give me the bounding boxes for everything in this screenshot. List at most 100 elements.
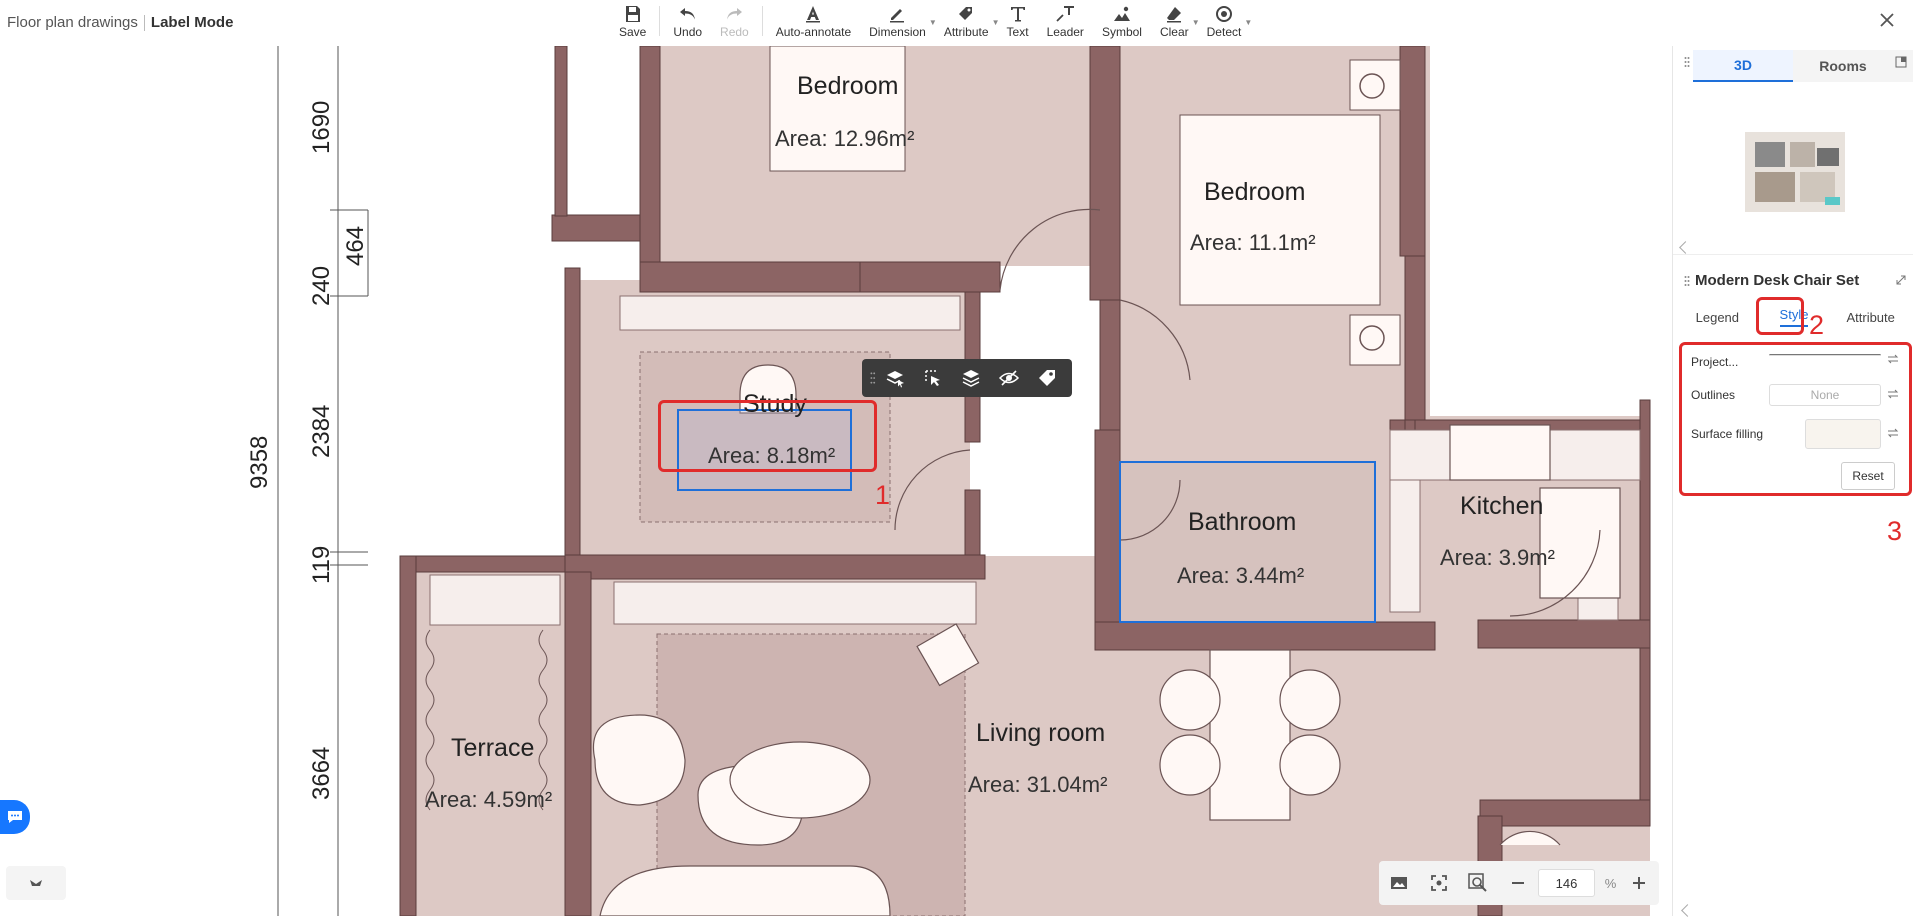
top-toolbar: Floor plan drawings Label Mode Save Undo… — [0, 0, 1913, 46]
minimize-button[interactable] — [6, 866, 66, 900]
layer-select-icon — [886, 371, 904, 388]
expand-icon[interactable] — [1895, 56, 1907, 68]
view-tabs: 3D Rooms — [1693, 50, 1893, 82]
room-area-kitchen[interactable]: Area: 3.9m² — [1440, 545, 1555, 571]
image-icon — [1390, 877, 1407, 889]
bug-icon — [30, 880, 42, 886]
dimension-3664: 3664 — [308, 746, 335, 800]
select-layer-button[interactable] — [882, 364, 908, 392]
toolbar-divider — [659, 6, 661, 36]
zoom-input[interactable]: 146 % — [1537, 869, 1616, 897]
room-area-living-room[interactable]: Area: 31.04m² — [968, 772, 1107, 798]
dimension-2384: 2384 — [308, 404, 335, 458]
tag-button[interactable] — [1034, 364, 1060, 392]
zoom-area-button[interactable] — [1458, 865, 1498, 901]
3d-preview-thumbnail[interactable] — [1735, 112, 1855, 222]
drag-handle-icon[interactable] — [1681, 275, 1693, 287]
clear-button[interactable]: Clear ▼ — [1151, 0, 1200, 39]
text-icon — [1010, 7, 1025, 22]
select-object-button[interactable] — [920, 364, 946, 392]
highlight-box-1 — [658, 400, 877, 472]
cursor-select-icon — [924, 370, 940, 386]
dimension-119: 119 — [308, 545, 335, 584]
dimension-240: 240 — [308, 265, 335, 306]
tab-rooms[interactable]: Rooms — [1793, 50, 1893, 82]
chevron-down-icon[interactable]: ▼ — [1244, 18, 1252, 27]
tag-icon — [959, 7, 973, 20]
chat-icon — [8, 811, 22, 823]
detect-button[interactable]: Detect ▼ — [1198, 0, 1252, 39]
room-area-bathroom[interactable]: Area: 3.44m² — [1177, 563, 1304, 589]
object-title: Modern Desk Chair Set — [1695, 272, 1860, 289]
clear-label: Clear — [1159, 25, 1189, 39]
detect-icon — [1215, 6, 1232, 22]
symbol-label: Symbol — [1101, 25, 1142, 39]
leader-button[interactable]: Leader — [1038, 0, 1093, 39]
attribute-button[interactable]: Attribute ▼ — [935, 0, 1000, 39]
breadcrumb-floor-plan[interactable]: Floor plan drawings — [7, 14, 138, 31]
tab-attribute[interactable]: Attribute — [1832, 302, 1909, 332]
leader-icon — [1056, 6, 1075, 22]
tab-legend[interactable]: Legend — [1679, 302, 1756, 332]
chat-button[interactable] — [0, 800, 30, 834]
zoom-controls: 146 % — [1379, 861, 1659, 905]
room-name-terrace[interactable]: Terrace — [451, 734, 534, 763]
room-name-kitchen[interactable]: Kitchen — [1460, 492, 1543, 521]
detect-label: Detect — [1206, 25, 1242, 39]
undo-button[interactable]: Undo — [664, 0, 711, 39]
zoom-area-icon — [1468, 873, 1487, 892]
maximize-icon[interactable] — [1895, 274, 1907, 286]
breadcrumb: Floor plan drawings Label Mode — [7, 14, 233, 31]
eraser-icon — [1167, 7, 1182, 23]
redo-button[interactable]: Redo — [711, 0, 758, 39]
save-icon — [625, 6, 640, 22]
collapse-corner[interactable] — [1681, 904, 1694, 917]
drag-handle-icon[interactable] — [1681, 56, 1693, 68]
room-name-bedroom-2[interactable]: Bedroom — [1204, 178, 1305, 207]
dimension-1690: 1690 — [308, 100, 335, 154]
undo-icon — [679, 8, 695, 20]
toolbar-divider — [761, 6, 763, 36]
zoom-value: 146 — [1555, 875, 1578, 891]
save-button[interactable]: Save — [610, 0, 655, 39]
tab-3d[interactable]: 3D — [1693, 50, 1793, 82]
fit-screen-button[interactable] — [1419, 865, 1459, 901]
room-name-living-room[interactable]: Living room — [976, 719, 1105, 748]
highlight-box-3 — [1679, 342, 1912, 496]
hide-button[interactable] — [996, 364, 1022, 392]
close-icon[interactable] — [1877, 10, 1897, 30]
tool-group: Save Undo Redo Auto-annotate Dimension ▼… — [610, 0, 1252, 46]
room-area-terrace[interactable]: Area: 4.59m² — [425, 787, 552, 813]
room-area-bedroom-1[interactable]: Area: 12.96m² — [775, 126, 914, 152]
text-button[interactable]: Text — [998, 0, 1038, 39]
dimension-label: Dimension — [869, 25, 926, 39]
image-button[interactable] — [1379, 865, 1419, 901]
resize-corner[interactable] — [1679, 241, 1692, 254]
tag-icon — [1038, 370, 1055, 386]
room-name-bathroom[interactable]: Bathroom — [1188, 508, 1296, 537]
dimension-button[interactable]: Dimension ▼ — [860, 0, 937, 39]
dimension-9358: 9358 — [246, 435, 273, 489]
layers-icon — [962, 370, 980, 387]
minus-icon — [1511, 882, 1524, 884]
room-name-bedroom-1[interactable]: Bedroom — [797, 72, 898, 101]
drag-handle-icon[interactable] — [870, 370, 876, 386]
annotation-number-1: 1 — [875, 480, 891, 510]
save-label: Save — [619, 25, 647, 39]
room-area-bedroom-2[interactable]: Area: 11.1m² — [1190, 230, 1316, 256]
zoom-out-button[interactable] — [1498, 865, 1538, 901]
auto-annotate-icon — [806, 6, 821, 23]
undo-label: Undo — [673, 25, 703, 39]
layers-button[interactable] — [958, 364, 984, 392]
annotation-number-3: 3 — [1887, 516, 1903, 546]
dimension-icon — [890, 9, 905, 23]
auto-annotate-button[interactable]: Auto-annotate — [767, 0, 860, 39]
zoom-unit: % — [1604, 875, 1617, 891]
highlight-box-2 — [1756, 297, 1804, 335]
leader-label: Leader — [1046, 25, 1084, 39]
text-label: Text — [1006, 25, 1029, 39]
floor-plan-canvas[interactable]: Bedroom Area: 12.96m² Bedroom Area: 11.1… — [0, 46, 1672, 916]
zoom-in-button[interactable] — [1619, 865, 1659, 901]
plus-icon — [1633, 877, 1646, 889]
symbol-button[interactable]: Symbol — [1093, 0, 1151, 39]
